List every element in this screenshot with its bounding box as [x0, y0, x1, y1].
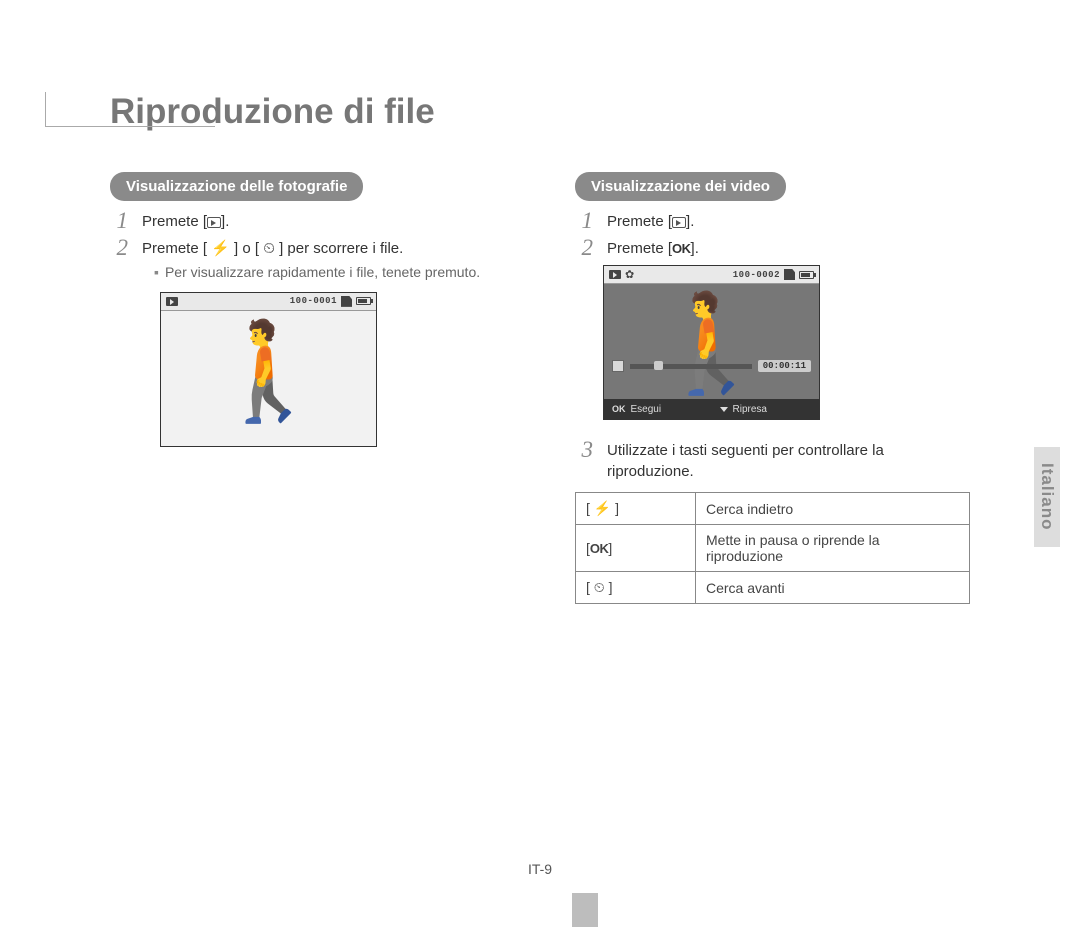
battery-icon: [356, 297, 371, 305]
step3-text: Utilizzate i tasti seguenti per controll…: [607, 438, 970, 482]
softkey-left-label: Esegui: [631, 404, 662, 415]
desc-ok: Mette in pausa o riprende la riproduzion…: [696, 525, 970, 572]
photos-step-1: 1 Premete [].: [110, 209, 505, 232]
manual-page: Riproduzione di file Visualizzazione del…: [0, 92, 1080, 927]
step1-prefix: Premete [: [142, 213, 207, 230]
v-step2-prefix: Premete [: [607, 240, 672, 257]
memory-card-icon: [341, 296, 352, 307]
desc-flash: Cerca indietro: [696, 493, 970, 525]
table-row: [ ⏲ ] Cerca avanti: [576, 572, 970, 604]
key-ok: [OK]: [576, 525, 696, 572]
step-number: 2: [110, 236, 128, 259]
videos-step-2: 2 Premete [OK].: [575, 236, 970, 259]
v-step2-suffix: ].: [691, 240, 699, 257]
table-row: [ ⚡ ] Cerca indietro: [576, 493, 970, 525]
left-column: Visualizzazione delle fotografie 1 Preme…: [110, 172, 505, 604]
page-title: Riproduzione di file: [110, 92, 1000, 132]
step-number: 1: [575, 209, 593, 232]
photos-bullet: ▪ Per visualizzare rapidamente i file, t…: [154, 263, 505, 282]
file-number: 100-0001: [290, 296, 337, 306]
table-row: [OK] Mette in pausa o riprende la riprod…: [576, 525, 970, 572]
video-reel-icon: ✿: [625, 268, 634, 281]
progress-bar: [630, 364, 752, 369]
video-softkey-bar: OK Esegui Ripresa: [604, 399, 819, 419]
battery-icon: [799, 271, 814, 279]
softkey-right-label: Ripresa: [733, 404, 767, 415]
memory-card-icon: [784, 269, 795, 280]
bullet-dot: ▪: [154, 263, 159, 282]
v-step1-prefix: Premete [: [607, 213, 672, 230]
key-flash: [ ⚡ ]: [576, 493, 696, 525]
right-column: Visualizzazione dei video 1 Premete []. …: [575, 172, 970, 604]
step-number: 3: [575, 438, 593, 461]
content-columns: Visualizzazione delle fotografie 1 Preme…: [110, 172, 1000, 604]
video-preview: ✿ 100-0002 🚶 00:00:11: [603, 265, 820, 420]
photos-step-2: 2 Premete [ ⚡ ] o [ ⏲ ] per scorrere i f…: [110, 236, 505, 259]
section-heading-videos: Visualizzazione dei video: [575, 172, 786, 201]
file-number: 100-0002: [733, 270, 780, 280]
stop-icon: [612, 360, 624, 372]
footer-marker: [572, 893, 598, 927]
videos-step-3: 3 Utilizzate i tasti seguenti per contro…: [575, 438, 970, 482]
softkey-execute: OK Esegui: [604, 399, 712, 419]
playback-mode-icon: [609, 270, 621, 279]
video-progress-row: 00:00:11: [604, 353, 819, 379]
step2-text: Premete [ ⚡ ] o [ ⏲ ] per scorrere i fil…: [142, 236, 403, 259]
chevron-down-icon: [720, 407, 728, 412]
step-number: 2: [575, 236, 593, 259]
bullet-text: Per visualizzare rapidamente i file, ten…: [165, 263, 480, 282]
playback-icon: [672, 217, 686, 228]
playback-mode-icon: [166, 297, 178, 306]
photo-silhouette: 🚶: [209, 324, 329, 420]
video-statusbar: ✿ 100-0002: [604, 266, 819, 284]
softkey-resume: Ripresa: [712, 399, 820, 419]
step-number: 1: [110, 209, 128, 232]
playback-icon: [207, 217, 221, 228]
v-step1-suffix: ].: [686, 213, 694, 230]
timecode: 00:00:11: [758, 360, 811, 372]
page-number: IT-9: [0, 861, 1080, 877]
video-frame-area: 🚶 00:00:11: [604, 284, 819, 399]
section-heading-photos: Visualizzazione delle fotografie: [110, 172, 363, 201]
ok-icon: OK: [612, 404, 626, 414]
key-timer: [ ⏲ ]: [576, 572, 696, 604]
controls-table: [ ⚡ ] Cerca indietro [OK] Mette in pausa…: [575, 492, 970, 604]
desc-timer: Cerca avanti: [696, 572, 970, 604]
step1-suffix: ].: [221, 213, 229, 230]
ok-icon: OK: [672, 241, 691, 256]
photo-preview: 100-0001 🚶: [160, 292, 377, 447]
progress-knob: [654, 361, 663, 370]
videos-step-1: 1 Premete [].: [575, 209, 970, 232]
language-tab: Italiano: [1034, 447, 1060, 547]
photo-statusbar: 100-0001: [161, 293, 376, 311]
